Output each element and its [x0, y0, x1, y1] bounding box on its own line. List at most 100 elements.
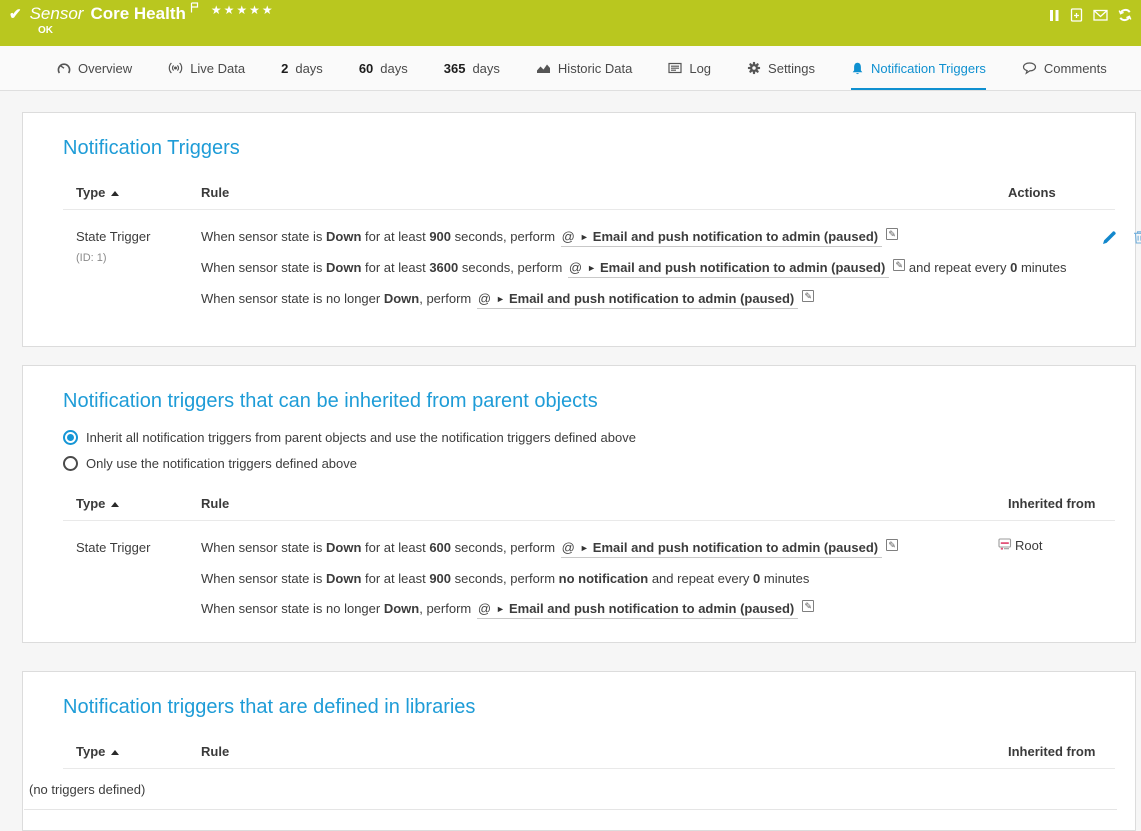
bell-icon [851, 62, 864, 75]
tab-historic-data[interactable]: Historic Data [536, 46, 632, 90]
email-at-icon: @ [562, 229, 575, 244]
column-rule: Rule [201, 185, 970, 200]
inherited-from-cell: Root [970, 538, 1115, 630]
root-group-icon [998, 538, 1012, 554]
edit-notification-icon[interactable]: ✎ [886, 228, 898, 240]
edit-trigger-pencil-icon[interactable] [1102, 230, 1117, 245]
email-at-icon: @ [562, 540, 575, 555]
sort-asc-icon[interactable] [111, 502, 119, 507]
trigger-rule: When sensor state is no longer Down, per… [201, 289, 1066, 310]
notification-link[interactable]: @►Email and push notification to admin (… [561, 540, 882, 558]
tab-365-days[interactable]: 365days [444, 46, 500, 90]
trigger-id: (ID: 1) [76, 252, 201, 264]
trigger-rule: When sensor state is Down for at least 3… [201, 258, 1066, 279]
trigger-type-cell: State Trigger [76, 538, 201, 630]
page-title: Core Health [90, 4, 185, 24]
tab-log[interactable]: Log [668, 46, 711, 90]
radio-unselected-icon[interactable] [63, 456, 78, 471]
radio-label: Only use the notification triggers defin… [86, 456, 357, 471]
comment-bubble-icon [1022, 62, 1037, 75]
email-icon[interactable] [1093, 9, 1108, 21]
table-row: State Trigger (ID: 1) When sensor state … [63, 210, 1115, 320]
gauge-icon [57, 62, 71, 74]
inherited-triggers-panel: Notification triggers that can be inheri… [22, 365, 1136, 643]
object-type-label: Sensor [30, 4, 84, 24]
tab-comments[interactable]: Comments [1022, 46, 1107, 90]
column-rule: Rule [201, 496, 970, 511]
column-actions: Actions [970, 185, 1115, 200]
status-ok-check-icon: ✔ [9, 5, 22, 23]
push-arrow-icon: ► [587, 263, 596, 273]
table-row: State Trigger When sensor state is Down … [63, 521, 1115, 630]
notification-link[interactable]: @►Email and push notification to admin (… [477, 601, 798, 619]
tab-live-data[interactable]: Live Data [168, 46, 245, 90]
tab-bar: Overview Live Data 2days 60days 365days … [0, 46, 1141, 91]
column-type[interactable]: Type [76, 744, 201, 759]
trigger-rules-cell: When sensor state is Down for at least 6… [201, 538, 970, 630]
panel-title: Notification Triggers [23, 113, 1135, 160]
email-at-icon: @ [478, 291, 491, 306]
trigger-type-cell: State Trigger (ID: 1) [76, 227, 201, 320]
notification-link[interactable]: @►Email and push notification to admin (… [561, 229, 882, 247]
email-at-icon: @ [569, 260, 582, 275]
notification-link[interactable]: @►Email and push notification to admin (… [568, 260, 889, 278]
trigger-rule: When sensor state is no longer Down, per… [201, 599, 970, 620]
edit-notification-icon[interactable]: ✎ [893, 259, 905, 271]
delete-trigger-trash-icon[interactable] [1133, 230, 1141, 244]
column-rule: Rule [201, 744, 970, 759]
sort-asc-icon[interactable] [111, 750, 119, 755]
inherited-from-link[interactable]: Root [1015, 538, 1042, 553]
table-header: Type Rule Actions [63, 185, 1115, 210]
radio-label: Inherit all notification triggers from p… [86, 430, 636, 445]
no-triggers-message: (no triggers defined) [24, 782, 1117, 810]
trigger-actions-cell [1066, 227, 1141, 320]
gear-icon [747, 61, 761, 75]
refresh-icon[interactable] [1118, 8, 1132, 22]
inherit-option-only-defined[interactable]: Only use the notification triggers defin… [63, 456, 1135, 471]
status-badge: OK [38, 25, 53, 36]
push-arrow-icon: ► [496, 294, 505, 304]
panel-title: Notification triggers that are defined i… [23, 672, 1135, 719]
push-arrow-icon: ► [496, 604, 505, 614]
notification-triggers-panel: Notification Triggers Type Rule Actions … [22, 112, 1136, 347]
trigger-rule: When sensor state is Down for at least 9… [201, 227, 1066, 248]
triggers-table: Type Rule Actions State Trigger (ID: 1) … [63, 185, 1115, 320]
edit-notification-icon[interactable]: ✎ [802, 600, 814, 612]
table-header: Type Rule Inherited from [63, 496, 1115, 521]
tab-notification-triggers[interactable]: Notification Triggers [851, 46, 986, 90]
trigger-rules-cell: When sensor state is Down for at least 9… [201, 227, 1066, 320]
sensor-status-header: ✔ Sensor Core Health ★★★★★ OK [0, 0, 1141, 46]
notification-link[interactable]: @►Email and push notification to admin (… [477, 291, 798, 309]
table-header: Type Rule Inherited from [63, 744, 1115, 769]
trigger-rule: When sensor state is Down for at least 6… [201, 538, 970, 559]
library-triggers-table: Type Rule Inherited from [63, 744, 1115, 769]
priority-stars[interactable]: ★★★★★ [211, 3, 275, 17]
area-chart-icon [536, 62, 551, 74]
tab-2-days[interactable]: 2days [281, 46, 323, 90]
edit-notification-icon[interactable]: ✎ [802, 290, 814, 302]
column-inherited-from: Inherited from [970, 496, 1115, 511]
panel-title: Notification triggers that can be inheri… [23, 366, 1135, 413]
column-type[interactable]: Type [76, 496, 201, 511]
log-list-icon [668, 62, 682, 74]
tab-settings[interactable]: Settings [747, 46, 815, 90]
push-arrow-icon: ► [580, 543, 589, 553]
flag-icon[interactable] [190, 0, 199, 18]
sort-asc-icon[interactable] [111, 191, 119, 196]
document-add-icon[interactable] [1070, 8, 1083, 22]
live-signal-icon [168, 62, 183, 74]
column-inherited-from: Inherited from [970, 744, 1115, 759]
tab-overview[interactable]: Overview [57, 46, 132, 90]
column-type[interactable]: Type [76, 185, 201, 200]
radio-selected-icon[interactable] [63, 430, 78, 445]
inherited-triggers-table: Type Rule Inherited from State Trigger W… [63, 496, 1115, 630]
edit-notification-icon[interactable]: ✎ [886, 539, 898, 551]
inherit-option-all[interactable]: Inherit all notification triggers from p… [63, 430, 1135, 445]
push-arrow-icon: ► [580, 232, 589, 242]
pause-icon[interactable] [1048, 9, 1060, 22]
library-triggers-panel: Notification triggers that are defined i… [22, 671, 1136, 831]
email-at-icon: @ [478, 601, 491, 616]
sensor-title: ✔ Sensor Core Health ★★★★★ [9, 4, 275, 24]
tab-60-days[interactable]: 60days [359, 46, 408, 90]
header-toolbar [1048, 8, 1132, 22]
